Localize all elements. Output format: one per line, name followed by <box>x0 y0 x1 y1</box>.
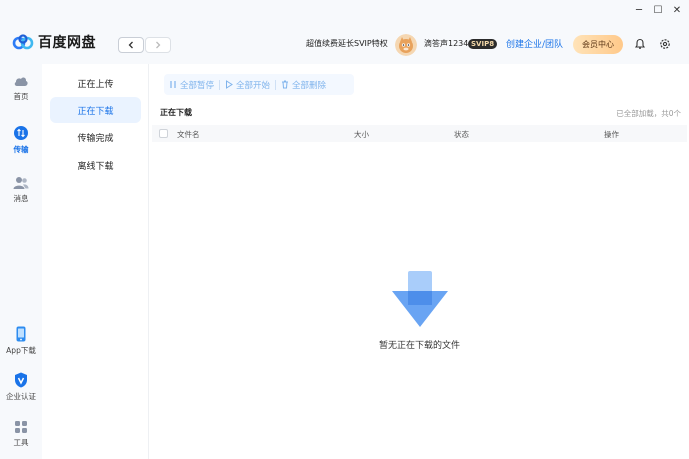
subnav-item-completed[interactable]: 传输完成 <box>50 124 141 150</box>
cloud-icon <box>14 77 28 86</box>
maximize-button[interactable]: ☐ <box>650 2 666 18</box>
app-logo[interactable]: 百度网盘 <box>12 32 96 52</box>
subnav-item-offline-download[interactable]: 离线下载 <box>50 152 141 178</box>
start-all-label: 全部开始 <box>236 80 271 91</box>
phone-icon <box>16 326 26 342</box>
chevron-left-icon <box>128 41 133 49</box>
username[interactable]: 滴答声1234 <box>424 38 468 49</box>
table-header: 文件名 大小 状态 操作 <box>152 125 687 142</box>
forward-button[interactable] <box>145 37 171 53</box>
bell-icon <box>634 38 646 49</box>
empty-state-text: 暂无正在下载的文件 <box>378 341 460 351</box>
sidebar-item-label: 企业认证 <box>6 392 36 401</box>
transfer-toolbar: 全部暂停 全部开始 全部删除 <box>164 74 354 95</box>
contacts-icon <box>13 177 29 189</box>
baidu-netdisk-logo-icon <box>12 34 34 50</box>
sidebar-item-transfer[interactable]: 传输 <box>0 125 42 155</box>
loaded-count-status: 已全部加载，共0个 <box>616 109 681 118</box>
column-header-size[interactable]: 大小 <box>354 129 369 140</box>
sidebar-item-enterprise-verify[interactable]: 企业认证 <box>0 372 42 402</box>
gear-icon <box>660 39 670 49</box>
delete-all-label: 全部删除 <box>292 80 327 91</box>
sidebar-item-home[interactable]: 首页 <box>0 74 42 102</box>
sidebar-item-label: 传输 <box>13 145 29 154</box>
svip-badge[interactable]: SVIP8 <box>468 39 498 49</box>
sidebar-item-tools[interactable]: 工具 <box>0 420 42 448</box>
chevron-right-icon <box>156 41 161 49</box>
verify-shield-icon <box>15 372 27 388</box>
notification-button[interactable] <box>633 37 647 51</box>
pause-all-button[interactable]: 全部暂停 <box>164 79 219 91</box>
sidebar-item-label: 首页 <box>13 92 29 101</box>
page-title: 正在下载 <box>160 108 192 117</box>
transfer-subnav: 正在上传 正在下载 传输完成 离线下载 <box>42 64 149 459</box>
title-bar: ─ ☐ ✕ <box>0 0 689 20</box>
close-icon: ✕ <box>672 4 682 16</box>
download-arrow-icon <box>392 271 448 327</box>
delete-all-button[interactable]: 全部删除 <box>276 79 331 91</box>
sidebar-item-label: 消息 <box>13 194 29 203</box>
subnav-item-uploading[interactable]: 正在上传 <box>50 70 141 96</box>
sidebar-item-messages[interactable]: 消息 <box>0 176 42 204</box>
main-panel: 全部暂停 全部开始 全部删除 正在下载 已全部加载，共0个 文件名 大小 状态 … <box>150 64 689 459</box>
column-header-status[interactable]: 状态 <box>454 129 469 140</box>
app-name: 百度网盘 <box>38 35 96 51</box>
primary-sidebar: 首页 传输 消息 App下载 企业认证 工具 <box>0 64 42 459</box>
play-icon <box>226 80 233 89</box>
avatar-cat-icon <box>395 34 417 56</box>
minimize-button[interactable]: ─ <box>631 2 647 18</box>
start-all-button[interactable]: 全部开始 <box>220 79 275 91</box>
sidebar-item-label: 工具 <box>13 438 29 447</box>
column-header-action: 操作 <box>604 130 619 139</box>
create-team-link[interactable]: 创建企业/团队 <box>506 37 563 50</box>
trash-icon <box>282 80 289 89</box>
maximize-icon: ☐ <box>653 4 663 16</box>
grid-tools-icon <box>15 421 27 433</box>
select-all-checkbox[interactable] <box>159 129 168 138</box>
back-button[interactable] <box>118 37 144 53</box>
member-center-button[interactable]: 会员中心 <box>573 35 623 54</box>
svip-promo-link[interactable]: 超值续费延长SVIP特权 <box>306 38 388 49</box>
column-header-name[interactable]: 文件名 <box>177 129 200 140</box>
pause-all-label: 全部暂停 <box>180 80 215 91</box>
header: 百度网盘 超值续费延长SVIP特权 滴答声1234 SVIP8 创建企业/团队 … <box>0 20 689 64</box>
sidebar-item-label: App下载 <box>6 346 36 355</box>
close-button[interactable]: ✕ <box>669 2 685 18</box>
pause-icon <box>170 81 176 88</box>
subnav-item-downloading[interactable]: 正在下载 <box>50 97 141 123</box>
transfer-icon <box>14 126 28 140</box>
user-avatar[interactable] <box>395 34 417 56</box>
empty-download-illustration <box>390 269 450 333</box>
settings-button[interactable] <box>658 37 672 51</box>
minimize-icon: ─ <box>635 4 643 16</box>
sidebar-item-app-download[interactable]: App下载 <box>0 326 42 356</box>
